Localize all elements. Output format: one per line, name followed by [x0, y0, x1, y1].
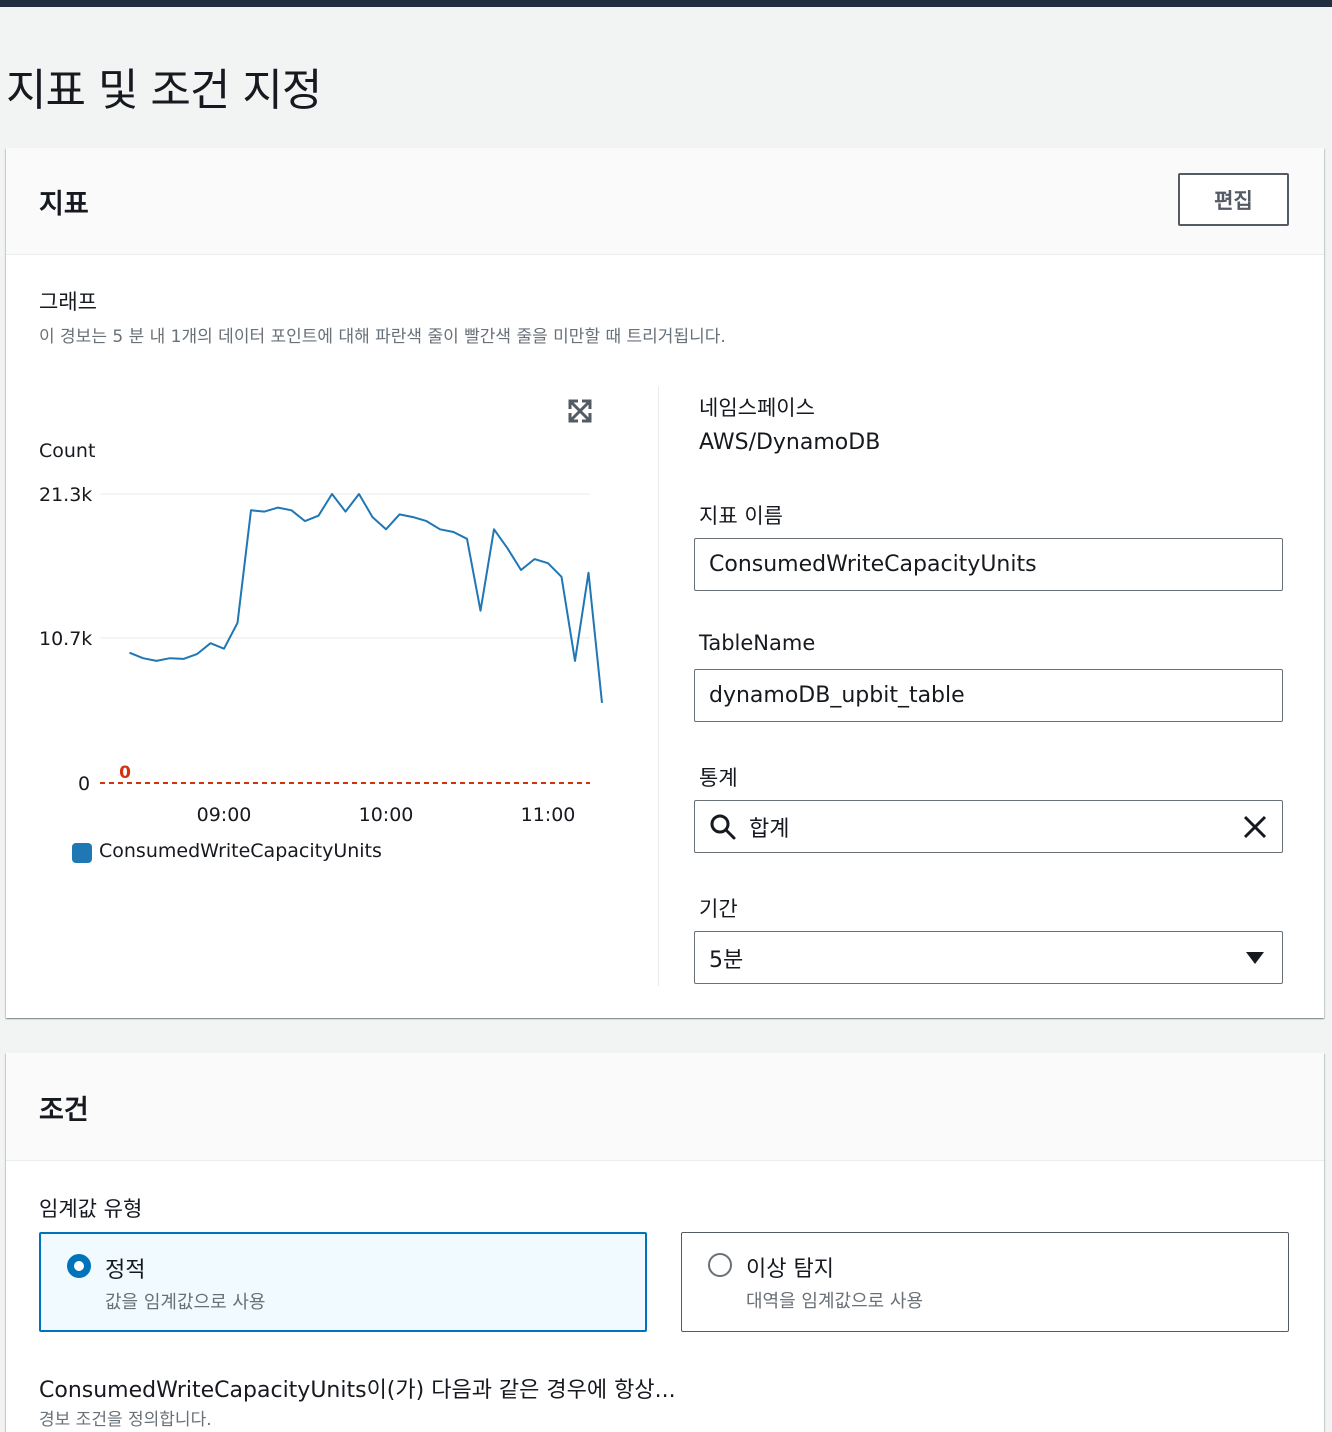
x-tick-label: 09:00 — [197, 804, 252, 826]
namespace-label: 네임스페이스 — [699, 396, 815, 420]
metric-name-label: 지표 이름 — [699, 504, 783, 528]
period-label: 기간 — [699, 897, 738, 921]
y-tick-label: 21.3k — [39, 484, 92, 506]
y-axis-label: Count — [39, 440, 95, 462]
edit-button[interactable]: 편집 — [1178, 173, 1289, 226]
legend-swatch — [72, 843, 92, 863]
period-value: 5분 — [709, 947, 744, 973]
condition-when-label: ConsumedWriteCapacityUnits이(가) 다음과 같은 경우… — [39, 1378, 676, 1403]
option-static-desc: 값을 임계값으로 사용 — [105, 1292, 266, 1313]
statistic-field[interactable]: 합계 — [694, 800, 1283, 853]
statistic-label: 통계 — [699, 766, 738, 790]
option-anomaly-title: 이상 탐지 — [746, 1257, 834, 1282]
table-name-label: TableName — [699, 631, 816, 655]
caret-down-icon — [1240, 943, 1270, 973]
statistic-value: 합계 — [749, 816, 790, 842]
table-name-value: dynamoDB_upbit_table — [709, 683, 965, 708]
option-static-title: 정적 — [105, 1258, 146, 1283]
series-line-consumed-write-capacity-units — [129, 493, 603, 704]
threshold-option-anomaly[interactable]: 이상 탐지 대역을 임계값으로 사용 — [681, 1232, 1289, 1332]
option-anomaly-desc: 대역을 임계값으로 사용 — [746, 1291, 924, 1312]
search-icon — [709, 813, 737, 841]
y-tick-label: 0 — [78, 773, 90, 795]
x-tick-label: 10:00 — [359, 804, 414, 826]
condition-panel-title: 조건 — [39, 1095, 89, 1126]
namespace-value: AWS/DynamoDB — [699, 430, 881, 455]
condition-panel-header: 조건 — [6, 1053, 1324, 1161]
column-divider — [658, 386, 659, 986]
legend-label: ConsumedWriteCapacityUnits — [99, 840, 382, 862]
metric-chart: Count 21.3k 10.7k 0 09:00 10:00 11:00 0 — [39, 440, 603, 826]
condition-when-desc: 경보 조건을 정의합니다. — [39, 1410, 212, 1430]
metric-name-value: ConsumedWriteCapacityUnits — [709, 552, 1037, 577]
table-name-field[interactable]: dynamoDB_upbit_table — [694, 669, 1283, 722]
metric-name-field[interactable]: ConsumedWriteCapacityUnits — [694, 538, 1283, 591]
period-select[interactable]: 5분 — [694, 931, 1283, 984]
threshold-type-label: 임계값 유형 — [39, 1197, 143, 1221]
radio-static[interactable] — [67, 1254, 91, 1278]
threshold-label: 0 — [119, 763, 131, 783]
threshold-option-static[interactable]: 정적 값을 임계값으로 사용 — [39, 1232, 647, 1332]
radio-anomaly[interactable] — [708, 1253, 732, 1277]
y-tick-label: 10.7k — [39, 628, 92, 650]
clear-icon[interactable] — [1240, 812, 1270, 842]
x-tick-label: 11:00 — [521, 804, 576, 826]
